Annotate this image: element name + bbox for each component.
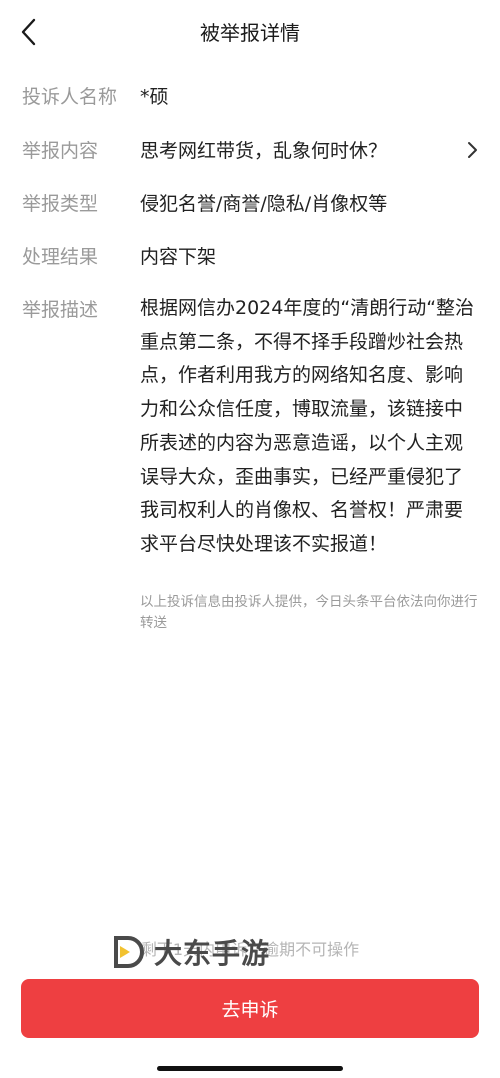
reported-content-row[interactable]: 举报内容 思考网红带货，乱象何时休？	[0, 136, 500, 164]
result-value: 内容下架	[140, 246, 217, 268]
result-row: 处理结果 内容下架	[0, 242, 500, 270]
forwarding-note: 以上投诉信息由投诉人提供，今日头条平台依法向你进行转送	[140, 594, 478, 631]
complainant-label: 投诉人名称	[22, 86, 118, 108]
complainant-row: 投诉人名称 *硕	[0, 82, 500, 110]
appeal-button[interactable]: 去申诉	[21, 979, 479, 1038]
nav-bar: 被举报详情	[0, 0, 500, 64]
content-value: 思考网红带货，乱象何时休？	[140, 140, 388, 162]
watermark-text: 大东手游	[154, 937, 271, 970]
description-text: 根据网信办2024年度的“清朗行动“整治重点第二条，不得不择手段蹭炒社会热点，作…	[140, 297, 475, 555]
watermark: 大东手游	[112, 932, 270, 972]
description-label: 举报描述	[22, 299, 99, 321]
complainant-value: *硕	[140, 86, 169, 108]
type-value: 侵犯名誉/商誉/隐私/肖像权等	[140, 193, 388, 215]
result-label: 处理结果	[22, 246, 99, 268]
page-title: 被举报详情	[200, 21, 300, 45]
report-type-row: 举报类型 侵犯名誉/商誉/隐私/肖像权等	[0, 189, 500, 217]
content-label: 举报内容	[22, 140, 99, 162]
home-indicator	[157, 1066, 343, 1071]
type-label: 举报类型	[22, 193, 99, 215]
dd-logo-icon	[114, 936, 144, 968]
chevron-right-icon	[468, 142, 477, 158]
